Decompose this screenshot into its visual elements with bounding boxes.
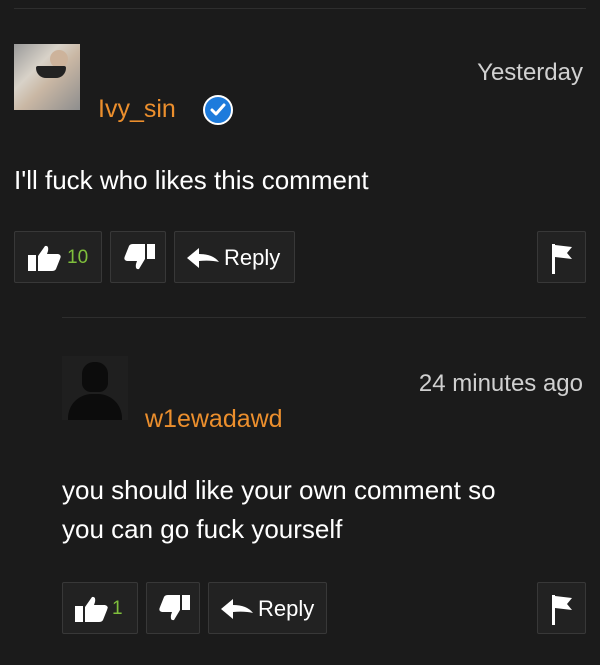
user-avatar[interactable]: [14, 44, 80, 110]
reply-label: Reply: [224, 245, 281, 270]
username[interactable]: w1ewadawd: [145, 404, 283, 434]
like-count: 1: [112, 598, 123, 619]
like-count: 10: [67, 247, 89, 268]
dislike-button[interactable]: [110, 231, 166, 283]
like-button[interactable]: 10: [14, 231, 102, 283]
thumbs-down-icon: [158, 595, 190, 626]
flag-icon: [550, 593, 574, 630]
flag-button[interactable]: [537, 231, 586, 283]
like-button[interactable]: 1: [62, 582, 138, 634]
top-divider: [14, 8, 586, 9]
comment-text-line-1: you should like your own comment so: [62, 475, 496, 505]
reply-divider: [62, 317, 586, 318]
comment-text: I'll fuck who likes this comment: [14, 165, 369, 195]
thumbs-up-icon: [28, 245, 62, 276]
reply-arrow-icon: [187, 248, 219, 273]
reply-arrow-icon: [221, 599, 253, 624]
flag-icon: [550, 242, 574, 279]
timestamp: Yesterday: [477, 59, 583, 86]
verified-check-icon: [203, 95, 233, 125]
flag-button[interactable]: [537, 582, 586, 634]
timestamp: 24 minutes ago: [418, 370, 583, 397]
thumbs-down-icon: [123, 244, 155, 275]
reply-button[interactable]: Reply: [208, 582, 327, 634]
username[interactable]: Ivy_sin: [98, 94, 176, 124]
dislike-button[interactable]: [146, 582, 200, 634]
reply-label: Reply: [258, 596, 315, 621]
comment-text-line-2: you can go fuck yourself: [62, 514, 343, 544]
user-avatar[interactable]: [62, 356, 128, 420]
thumbs-up-icon: [75, 596, 109, 627]
reply-button[interactable]: Reply: [174, 231, 295, 283]
